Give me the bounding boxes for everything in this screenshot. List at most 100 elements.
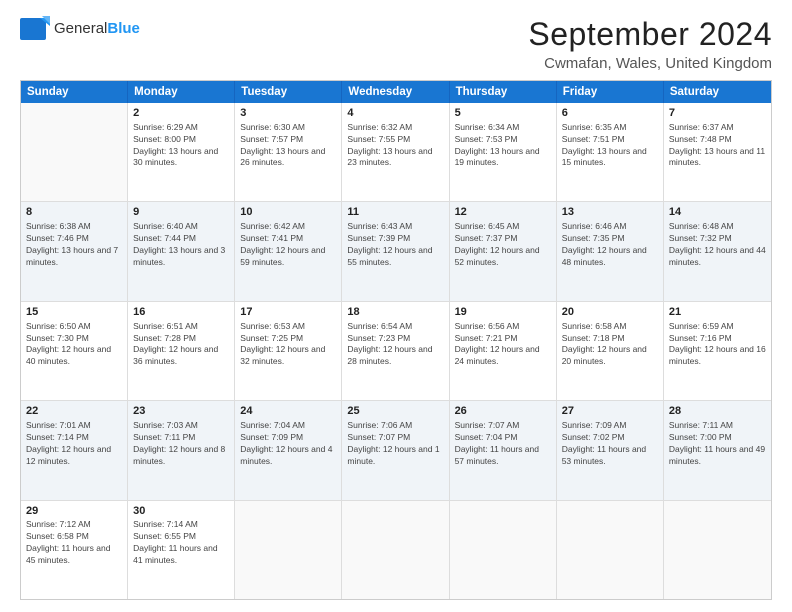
calendar-row-0: 2 Sunrise: 6:29 AMSunset: 8:00 PMDayligh…: [21, 103, 771, 202]
header-saturday: Saturday: [664, 81, 771, 103]
cell-r2-c2: 17 Sunrise: 6:53 AMSunset: 7:25 PMDaylig…: [235, 302, 342, 400]
cell-sunrise: Sunrise: 6:53 AMSunset: 7:25 PMDaylight:…: [240, 321, 325, 367]
cell-sunrise: Sunrise: 6:50 AMSunset: 7:30 PMDaylight:…: [26, 321, 111, 367]
cell-sunrise: Sunrise: 7:01 AMSunset: 7:14 PMDaylight:…: [26, 420, 111, 466]
cell-sunrise: Sunrise: 6:48 AMSunset: 7:32 PMDaylight:…: [669, 221, 766, 267]
day-num: 12: [455, 205, 551, 220]
cell-r1-c4: 12 Sunrise: 6:45 AMSunset: 7:37 PMDaylig…: [450, 202, 557, 300]
cell-r2-c6: 21 Sunrise: 6:59 AMSunset: 7:16 PMDaylig…: [664, 302, 771, 400]
cell-r2-c5: 20 Sunrise: 6:58 AMSunset: 7:18 PMDaylig…: [557, 302, 664, 400]
cell-sunrise: Sunrise: 7:06 AMSunset: 7:07 PMDaylight:…: [347, 420, 439, 466]
day-num: 17: [240, 305, 336, 320]
day-num: 20: [562, 305, 658, 320]
cell-sunrise: Sunrise: 6:45 AMSunset: 7:37 PMDaylight:…: [455, 221, 540, 267]
calendar-row-1: 8 Sunrise: 6:38 AMSunset: 7:46 PMDayligh…: [21, 202, 771, 301]
day-num: 3: [240, 106, 336, 121]
cell-sunrise: Sunrise: 6:35 AMSunset: 7:51 PMDaylight:…: [562, 122, 647, 168]
day-num: 15: [26, 305, 122, 320]
cell-r1-c3: 11 Sunrise: 6:43 AMSunset: 7:39 PMDaylig…: [342, 202, 449, 300]
cell-r0-c1: 2 Sunrise: 6:29 AMSunset: 8:00 PMDayligh…: [128, 103, 235, 201]
day-num: 25: [347, 404, 443, 419]
day-num: 10: [240, 205, 336, 220]
cell-r2-c4: 19 Sunrise: 6:56 AMSunset: 7:21 PMDaylig…: [450, 302, 557, 400]
cell-sunrise: Sunrise: 7:03 AMSunset: 7:11 PMDaylight:…: [133, 420, 225, 466]
day-num: 16: [133, 305, 229, 320]
cell-r3-c0: 22 Sunrise: 7:01 AMSunset: 7:14 PMDaylig…: [21, 401, 128, 499]
cell-sunrise: Sunrise: 6:37 AMSunset: 7:48 PMDaylight:…: [669, 122, 765, 168]
cell-r0-c4: 5 Sunrise: 6:34 AMSunset: 7:53 PMDayligh…: [450, 103, 557, 201]
cell-r1-c0: 8 Sunrise: 6:38 AMSunset: 7:46 PMDayligh…: [21, 202, 128, 300]
cell-r4-c2: [235, 501, 342, 599]
cell-r1-c6: 14 Sunrise: 6:48 AMSunset: 7:32 PMDaylig…: [664, 202, 771, 300]
day-num: 4: [347, 106, 443, 121]
cell-sunrise: Sunrise: 6:54 AMSunset: 7:23 PMDaylight:…: [347, 321, 432, 367]
cell-r0-c5: 6 Sunrise: 6:35 AMSunset: 7:51 PMDayligh…: [557, 103, 664, 201]
day-num: 29: [26, 504, 122, 519]
day-num: 21: [669, 305, 766, 320]
cell-sunrise: Sunrise: 6:32 AMSunset: 7:55 PMDaylight:…: [347, 122, 432, 168]
day-num: 23: [133, 404, 229, 419]
logo-general: General: [54, 20, 107, 37]
day-num: 8: [26, 205, 122, 220]
cell-sunrise: Sunrise: 6:59 AMSunset: 7:16 PMDaylight:…: [669, 321, 766, 367]
cell-sunrise: Sunrise: 7:04 AMSunset: 7:09 PMDaylight:…: [240, 420, 332, 466]
day-num: 27: [562, 404, 658, 419]
calendar: Sunday Monday Tuesday Wednesday Thursday…: [20, 80, 772, 600]
cell-r1-c2: 10 Sunrise: 6:42 AMSunset: 7:41 PMDaylig…: [235, 202, 342, 300]
calendar-header: Sunday Monday Tuesday Wednesday Thursday…: [21, 81, 771, 103]
logo: GeneralBlue: [20, 16, 140, 42]
day-num: 6: [562, 106, 658, 121]
cell-sunrise: Sunrise: 6:38 AMSunset: 7:46 PMDaylight:…: [26, 221, 118, 267]
calendar-row-3: 22 Sunrise: 7:01 AMSunset: 7:14 PMDaylig…: [21, 401, 771, 500]
calendar-row-4: 29 Sunrise: 7:12 AMSunset: 6:58 PMDaylig…: [21, 501, 771, 599]
cell-r0-c2: 3 Sunrise: 6:30 AMSunset: 7:57 PMDayligh…: [235, 103, 342, 201]
header-wednesday: Wednesday: [342, 81, 449, 103]
cell-r3-c4: 26 Sunrise: 7:07 AMSunset: 7:04 PMDaylig…: [450, 401, 557, 499]
cell-r3-c1: 23 Sunrise: 7:03 AMSunset: 7:11 PMDaylig…: [128, 401, 235, 499]
cell-sunrise: Sunrise: 7:11 AMSunset: 7:00 PMDaylight:…: [669, 420, 765, 466]
logo-icon: [20, 16, 50, 42]
logo-blue: Blue: [107, 20, 140, 37]
cell-sunrise: Sunrise: 6:46 AMSunset: 7:35 PMDaylight:…: [562, 221, 647, 267]
cell-r4-c4: [450, 501, 557, 599]
cell-r2-c3: 18 Sunrise: 6:54 AMSunset: 7:23 PMDaylig…: [342, 302, 449, 400]
cell-sunrise: Sunrise: 6:51 AMSunset: 7:28 PMDaylight:…: [133, 321, 218, 367]
header: GeneralBlue September 2024 Cwmafan, Wale…: [20, 16, 772, 72]
cell-r3-c3: 25 Sunrise: 7:06 AMSunset: 7:07 PMDaylig…: [342, 401, 449, 499]
day-num: 30: [133, 504, 229, 519]
cell-r3-c5: 27 Sunrise: 7:09 AMSunset: 7:02 PMDaylig…: [557, 401, 664, 499]
day-num: 28: [669, 404, 766, 419]
cell-sunrise: Sunrise: 7:07 AMSunset: 7:04 PMDaylight:…: [455, 420, 539, 466]
cell-r0-c0: [21, 103, 128, 201]
cell-sunrise: Sunrise: 7:14 AMSunset: 6:55 PMDaylight:…: [133, 519, 217, 565]
cell-sunrise: Sunrise: 6:29 AMSunset: 8:00 PMDaylight:…: [133, 122, 218, 168]
logo-text: GeneralBlue: [54, 20, 140, 38]
cell-r1-c1: 9 Sunrise: 6:40 AMSunset: 7:44 PMDayligh…: [128, 202, 235, 300]
cell-r0-c3: 4 Sunrise: 6:32 AMSunset: 7:55 PMDayligh…: [342, 103, 449, 201]
cell-r3-c6: 28 Sunrise: 7:11 AMSunset: 7:00 PMDaylig…: [664, 401, 771, 499]
month-title: September 2024: [528, 16, 772, 53]
header-thursday: Thursday: [450, 81, 557, 103]
day-num: 14: [669, 205, 766, 220]
location: Cwmafan, Wales, United Kingdom: [528, 55, 772, 72]
page: GeneralBlue September 2024 Cwmafan, Wale…: [0, 0, 792, 612]
cell-r1-c5: 13 Sunrise: 6:46 AMSunset: 7:35 PMDaylig…: [557, 202, 664, 300]
cell-sunrise: Sunrise: 6:30 AMSunset: 7:57 PMDaylight:…: [240, 122, 325, 168]
day-num: 22: [26, 404, 122, 419]
day-num: 5: [455, 106, 551, 121]
cell-r2-c0: 15 Sunrise: 6:50 AMSunset: 7:30 PMDaylig…: [21, 302, 128, 400]
day-num: 11: [347, 205, 443, 220]
day-num: 2: [133, 106, 229, 121]
cell-sunrise: Sunrise: 7:12 AMSunset: 6:58 PMDaylight:…: [26, 519, 110, 565]
cell-sunrise: Sunrise: 6:43 AMSunset: 7:39 PMDaylight:…: [347, 221, 432, 267]
cell-sunrise: Sunrise: 6:40 AMSunset: 7:44 PMDaylight:…: [133, 221, 225, 267]
cell-r4-c5: [557, 501, 664, 599]
header-friday: Friday: [557, 81, 664, 103]
day-num: 13: [562, 205, 658, 220]
calendar-body: 2 Sunrise: 6:29 AMSunset: 8:00 PMDayligh…: [21, 103, 771, 599]
header-monday: Monday: [128, 81, 235, 103]
day-num: 9: [133, 205, 229, 220]
cell-r4-c0: 29 Sunrise: 7:12 AMSunset: 6:58 PMDaylig…: [21, 501, 128, 599]
cell-r3-c2: 24 Sunrise: 7:04 AMSunset: 7:09 PMDaylig…: [235, 401, 342, 499]
cell-sunrise: Sunrise: 7:09 AMSunset: 7:02 PMDaylight:…: [562, 420, 646, 466]
